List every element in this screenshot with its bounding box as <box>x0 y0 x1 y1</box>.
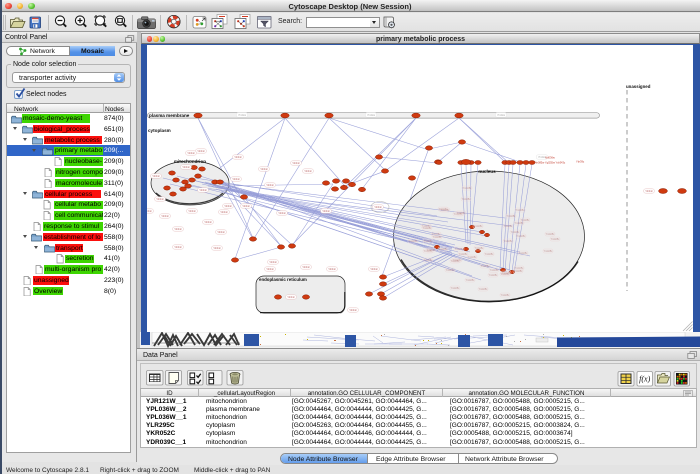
svg-text:Ym105c: Ym105c <box>468 256 478 259</box>
svg-text:endoplasmic reticulum: endoplasmic reticulum <box>259 277 307 282</box>
svg-text:Ym105c: Ym105c <box>451 287 461 290</box>
svg-text:Ym105c: Ym105c <box>475 247 485 250</box>
svg-text:Ym105c: Ym105c <box>439 248 449 251</box>
svg-text:Ydr44c: Ydr44c <box>224 205 232 208</box>
svg-text:Ym105c: Ym105c <box>441 209 451 212</box>
svg-text:Ym105c: Ym105c <box>409 240 419 243</box>
svg-text:Ym105c: Ym105c <box>514 270 524 273</box>
svg-text:Ydr44c: Ydr44c <box>174 228 182 231</box>
svg-text:Ydr44c: Ydr44c <box>278 212 286 215</box>
svg-text:Ydr44c: Ydr44c <box>269 261 277 264</box>
svg-text:f(x): f(x) <box>639 375 650 384</box>
svg-text:Ydr44c: Ydr44c <box>242 205 250 208</box>
svg-text:Ydr44c: Ydr44c <box>220 211 228 214</box>
svg-text:Ydr44c: Ydr44c <box>188 210 196 213</box>
svg-text:Ydr44c: Ydr44c <box>322 210 330 213</box>
svg-text:Ym105c: Ym105c <box>451 260 461 263</box>
svg-text:Ydr44c: Ydr44c <box>374 206 382 209</box>
svg-text:Ydr44c: Ydr44c <box>174 246 182 249</box>
svg-text:Ym105c: Ym105c <box>424 240 434 243</box>
svg-text:cytoplasm: cytoplasm <box>148 128 171 133</box>
svg-text:Ym105c: Ym105c <box>511 231 521 234</box>
svg-text:Ym105c: Ym105c <box>479 288 489 291</box>
svg-text:Ym105c: Ym105c <box>516 209 526 212</box>
svg-text:Ym105c: Ym105c <box>504 225 514 228</box>
svg-text:Ym105c: Ym105c <box>485 253 495 256</box>
svg-text:Ym105c: Ym105c <box>515 222 525 225</box>
svg-text:Ydr44c: Ydr44c <box>217 231 225 234</box>
svg-text:Yhr42w: Yhr42w <box>497 114 505 117</box>
svg-text:Ym105c: Ym105c <box>462 198 472 201</box>
svg-text:Ym105c: Ym105c <box>466 279 476 282</box>
svg-text:Ydr44c: Ydr44c <box>161 215 169 218</box>
svg-text:Ym105c: Ym105c <box>455 248 465 251</box>
svg-text:Yhr42w: Yhr42w <box>367 114 375 117</box>
svg-text:Ym105c: Ym105c <box>546 233 556 236</box>
svg-text:Ydr44c: Ydr44c <box>304 170 312 173</box>
svg-text:Ydr44c: Ydr44c <box>197 150 205 153</box>
svg-text:Ym105c: Ym105c <box>501 273 511 276</box>
svg-text:Ydr44c: Ydr44c <box>292 162 300 165</box>
svg-text:Ym105c: Ym105c <box>481 265 491 268</box>
svg-text:Ydr44c: Ydr44c <box>147 210 153 213</box>
svg-text:unassigned: unassigned <box>626 84 651 89</box>
svg-text:Ypl036w: Ypl036w <box>545 156 555 160</box>
svg-text:Ydr39c: Ydr39c <box>576 160 585 164</box>
svg-text:Ym105c: Ym105c <box>433 236 443 239</box>
svg-text:Ydr44c: Ydr44c <box>234 156 242 159</box>
svg-text:Ym105c: Ym105c <box>507 215 517 218</box>
svg-text:Ym105c: Ym105c <box>457 212 467 215</box>
svg-text:Ym105c: Ym105c <box>423 227 433 230</box>
svg-text:Ydr44c: Ydr44c <box>187 152 195 155</box>
svg-text:Ydr44c: Ydr44c <box>204 221 212 224</box>
svg-text:Ym105c: Ym105c <box>544 250 554 253</box>
svg-text:Ydr44c: Ydr44c <box>260 168 268 171</box>
svg-text:Ym105c: Ym105c <box>517 235 527 238</box>
svg-text:plasma membrane: plasma membrane <box>149 113 190 118</box>
svg-text:Ydr44c: Ydr44c <box>152 175 160 178</box>
svg-text:Ym105c: Ym105c <box>490 269 500 272</box>
svg-text:Ydr44c: Ydr44c <box>266 184 274 187</box>
svg-text:Ydr44c: Ydr44c <box>645 190 653 193</box>
svg-text:Ydr44c: Ydr44c <box>328 268 336 271</box>
svg-text:Ydr44c: Ydr44c <box>199 189 207 192</box>
svg-text:Ydr44c: Ydr44c <box>156 198 164 201</box>
svg-text:Ydr44c: Ydr44c <box>182 166 190 169</box>
svg-text:Ym105c: Ym105c <box>446 269 456 272</box>
svg-text:Yhr42w: Yhr42w <box>238 114 246 117</box>
svg-text:Ym105c: Ym105c <box>424 259 434 262</box>
svg-text:nucleus: nucleus <box>478 169 496 174</box>
svg-text:Ym105c: Ym105c <box>519 252 529 255</box>
svg-text:1:1: 1:1 <box>118 19 123 23</box>
svg-text:Ym105c: Ym105c <box>474 225 484 228</box>
svg-text:Ym105c: Ym105c <box>551 238 561 241</box>
svg-text:mitochondrion: mitochondrion <box>174 159 206 164</box>
svg-text:Ym105c: Ym105c <box>504 240 514 243</box>
svg-text:Ym105c: Ym105c <box>427 249 437 252</box>
svg-text:Ydr44c: Ydr44c <box>349 309 357 312</box>
svg-text:Ym105c: Ym105c <box>463 187 473 190</box>
svg-text:Ydr44c: Ydr44c <box>287 296 295 299</box>
svg-text:Ydr44c: Ydr44c <box>266 268 274 271</box>
svg-text:Ym105c: Ym105c <box>459 253 469 256</box>
svg-text:Ydr44c: Ydr44c <box>370 268 378 271</box>
svg-text:Ydr44c: Ydr44c <box>302 266 310 269</box>
svg-text:Ym105c: Ym105c <box>501 294 511 297</box>
svg-text:Ym105c: Ym105c <box>489 274 499 277</box>
svg-text:Ydr44c: Ydr44c <box>213 247 221 250</box>
svg-text:Ybr085w Ygl255w Ydr343c: Ybr085w Ygl255w Ydr343c <box>534 161 566 165</box>
svg-text:Ydr44c: Ydr44c <box>232 178 240 181</box>
